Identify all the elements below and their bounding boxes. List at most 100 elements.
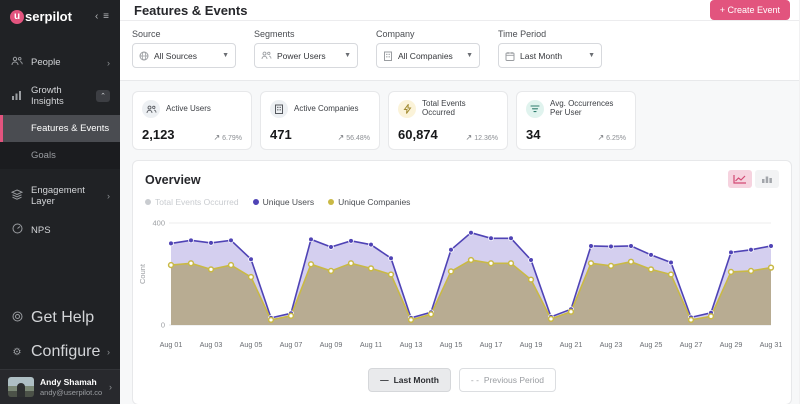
legend-dot — [253, 199, 259, 205]
filter-label: Source — [132, 29, 236, 39]
page-header: Features & Events + Create Event — [120, 0, 800, 21]
logo-badge: u — [10, 10, 24, 24]
chevron-up-icon[interactable]: ⌃ — [96, 90, 110, 102]
legend-item[interactable]: Unique Companies — [328, 197, 410, 207]
stat-label: Active Companies — [294, 105, 358, 114]
app-window: userpilot ‹ ≡ People › Growth Insights ⌃… — [0, 0, 800, 404]
sidebar-item-engagement-layer[interactable]: Engagement Layer › — [0, 177, 120, 215]
overview-title: Overview — [145, 173, 201, 187]
svg-text:Aug 07: Aug 07 — [280, 340, 303, 349]
trend-up-icon: ↗ — [466, 133, 473, 142]
userpilot-logo: userpilot — [10, 9, 72, 24]
stat-label: Avg. Occurrences Per User — [550, 100, 626, 118]
lifebuoy-icon — [10, 311, 24, 325]
legend-dot — [328, 199, 334, 205]
stat-value: 471 — [270, 127, 292, 142]
svg-text:Aug 17: Aug 17 — [480, 340, 503, 349]
sidebar-item-label: People — [31, 57, 107, 68]
stats-row: Active Users 2,123 ↗6.79% Active Compani… — [132, 91, 792, 150]
segments-select[interactable]: Power Users ▼ — [254, 43, 358, 68]
main-content: Features & Events + Create Event Source … — [120, 0, 800, 404]
calendar-icon — [505, 51, 515, 61]
sidebar-item-label: Growth Insights — [31, 85, 96, 107]
source-select[interactable]: All Sources ▼ — [132, 43, 236, 68]
svg-text:Aug 11: Aug 11 — [360, 340, 382, 349]
overview-chart[interactable]: 0400CountAug 01Aug 03Aug 05Aug 07Aug 09A… — [137, 211, 783, 359]
stat-value: 34 — [526, 127, 540, 142]
sidebar-nav: People › Growth Insights ⌃ Features & Ev… — [0, 42, 120, 245]
time-period-value: Last Month — [520, 51, 588, 61]
building-icon — [270, 100, 288, 118]
dashed-line-icon: - - — [471, 375, 479, 385]
user-email: andy@userpilot.co — [40, 388, 103, 397]
filter-bar: Source All Sources ▼ Segments Power User… — [120, 21, 800, 81]
create-event-label: Create Event — [727, 5, 780, 15]
filter-source: Source All Sources ▼ — [132, 29, 236, 68]
line-chart-toggle-button[interactable] — [728, 170, 752, 188]
chevron-down-icon: ▼ — [466, 52, 473, 59]
stat-card-avg-occurrences: Avg. Occurrences Per User 34 ↗6.25% — [516, 91, 636, 150]
stat-change: ↗6.79% — [213, 133, 242, 142]
logo-text: serpilot — [25, 9, 72, 24]
sidebar-item-growth-insights[interactable]: Growth Insights ⌃ — [0, 77, 120, 115]
filter-label: Time Period — [498, 29, 602, 39]
svg-text:Aug 13: Aug 13 — [400, 340, 423, 349]
trend-up-icon: ↗ — [338, 133, 345, 142]
filter-label: Company — [376, 29, 480, 39]
people-icon — [10, 56, 24, 69]
layers-icon — [10, 189, 24, 203]
company-select[interactable]: All Companies ▼ — [376, 43, 480, 68]
period-buttons: — Last Month - - Previous Period — [133, 364, 791, 404]
chart-area: 0400CountAug 01Aug 03Aug 05Aug 07Aug 09A… — [133, 209, 791, 364]
previous-period-button[interactable]: - - Previous Period — [459, 368, 556, 392]
sidebar-collapse-icon[interactable]: ‹ ≡ — [95, 11, 110, 22]
solid-line-icon: — — [380, 375, 389, 385]
gauge-icon — [10, 223, 24, 237]
user-account[interactable]: Andy Shamah andy@userpilot.co › — [0, 369, 120, 404]
chevron-right-icon: › — [107, 58, 110, 68]
sidebar-item-features-events[interactable]: Features & Events — [0, 115, 120, 142]
stat-label: Total Events Occurred — [422, 100, 498, 118]
users-icon — [261, 51, 272, 60]
gear-icon: ⚙ — [10, 347, 24, 358]
sidebar-item-goals[interactable]: Goals — [0, 142, 120, 169]
chevron-right-icon: › — [107, 347, 110, 357]
globe-icon — [139, 51, 149, 61]
chevron-down-icon: ▼ — [222, 52, 229, 59]
last-month-button[interactable]: — Last Month — [368, 368, 451, 392]
sidebar-item-label: NPS — [31, 225, 110, 236]
sidebar-item-label: Engagement Layer — [31, 185, 107, 207]
trend-up-icon: ↗ — [597, 133, 604, 142]
svg-text:400: 400 — [152, 219, 165, 228]
page-title: Features & Events — [134, 3, 247, 18]
chevron-right-icon: › — [109, 382, 112, 392]
create-event-button[interactable]: + Create Event — [710, 0, 790, 20]
svg-text:Aug 15: Aug 15 — [440, 340, 463, 349]
stat-value: 2,123 — [142, 127, 175, 142]
funnel-icon — [526, 100, 544, 118]
svg-text:Aug 21: Aug 21 — [560, 340, 583, 349]
chevron-down-icon: ▼ — [344, 52, 351, 59]
source-value: All Sources — [154, 51, 222, 61]
sidebar-item-people[interactable]: People › — [0, 48, 120, 77]
users-icon — [142, 100, 160, 118]
svg-text:Aug 05: Aug 05 — [240, 340, 263, 349]
growth-insights-subgroup: Features & Events Goals — [0, 115, 120, 169]
sidebar-item-configure[interactable]: ⚙ Configure › — [0, 335, 120, 369]
sidebar-item-label: Configure — [31, 343, 107, 361]
user-avatar — [8, 377, 34, 397]
time-period-select[interactable]: Last Month ▼ — [498, 43, 602, 68]
building-icon — [383, 51, 393, 61]
stat-card-total-events: Total Events Occurred 60,874 ↗12.36% — [388, 91, 508, 150]
sidebar-item-nps[interactable]: NPS — [0, 215, 120, 245]
svg-text:Aug 25: Aug 25 — [640, 340, 663, 349]
legend-item[interactable]: Total Events Occurred — [145, 197, 239, 207]
svg-text:0: 0 — [161, 321, 165, 330]
svg-text:Aug 01: Aug 01 — [160, 340, 183, 349]
svg-text:Aug 29: Aug 29 — [720, 340, 743, 349]
bar-chart-toggle-button[interactable] — [755, 170, 779, 188]
legend-item[interactable]: Unique Users — [253, 197, 315, 207]
stat-value: 60,874 — [398, 127, 438, 142]
svg-text:Aug 03: Aug 03 — [200, 340, 223, 349]
sidebar-item-get-help[interactable]: Get Help — [0, 301, 120, 335]
